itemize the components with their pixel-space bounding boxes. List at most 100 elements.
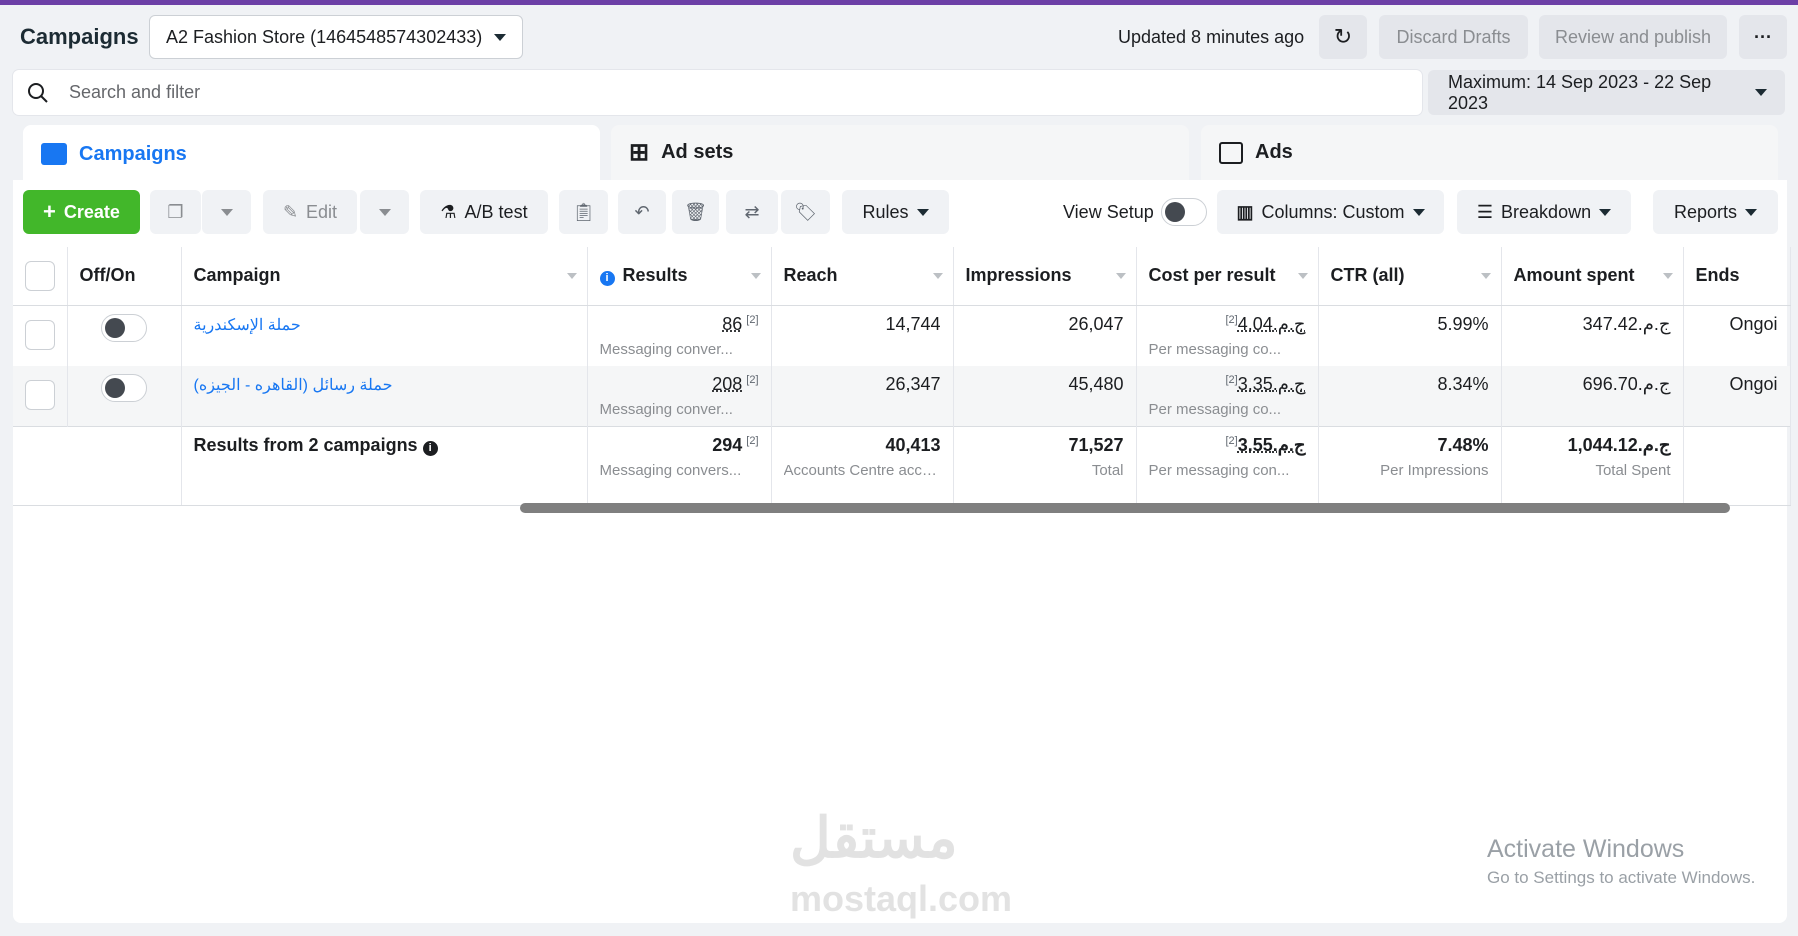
footnote: [2] bbox=[1225, 313, 1238, 326]
plus-icon: + bbox=[43, 199, 56, 224]
results-value: 86 bbox=[722, 313, 743, 334]
create-label: Create bbox=[63, 201, 120, 222]
date-range-picker[interactable]: Maximum: 14 Sep 2023 - 22 Sep 2023 bbox=[1428, 70, 1785, 115]
cell: حملة الإسكندرية bbox=[181, 305, 588, 366]
swap-icon: ⇄ bbox=[744, 201, 760, 222]
clipboard-button[interactable]: 📋︎ bbox=[559, 190, 608, 234]
select-all-cell bbox=[13, 247, 68, 306]
sort-icon[interactable] bbox=[1115, 273, 1126, 279]
select-all-checkbox[interactable] bbox=[25, 260, 55, 291]
caret-down-icon bbox=[220, 208, 233, 216]
review-publish-button[interactable]: Review and publish bbox=[1539, 15, 1727, 59]
table-row[interactable]: حملة رسائل (القاهره - الجيزه) 208 [2] Mess… bbox=[13, 365, 1791, 426]
sort-icon[interactable] bbox=[1662, 273, 1673, 279]
cell: 71,527 Total bbox=[953, 425, 1137, 506]
delete-button[interactable]: 🗑︎ bbox=[672, 190, 719, 234]
sort-icon[interactable] bbox=[566, 273, 577, 279]
row-checkbox[interactable] bbox=[25, 319, 55, 350]
total-impressions: 71,527 bbox=[1068, 434, 1124, 455]
rules-button[interactable]: Rules bbox=[842, 190, 949, 234]
columns-button[interactable]: ▥ Columns: Custom bbox=[1217, 190, 1444, 234]
caret-down-icon bbox=[1755, 89, 1767, 96]
duplicate-button[interactable]: ❐ bbox=[150, 190, 201, 234]
col-amount-spent[interactable]: Amount spent bbox=[1501, 247, 1684, 306]
activate-windows-sub: Go to Settings to activate Windows. bbox=[1487, 868, 1756, 887]
caret-down-icon bbox=[916, 208, 929, 216]
search-input[interactable]: Search and filter bbox=[13, 70, 1422, 115]
undo-icon: ↶ bbox=[634, 201, 650, 222]
breakdown-button[interactable]: ☰ Breakdown bbox=[1457, 190, 1631, 234]
sort-icon[interactable] bbox=[750, 273, 761, 279]
cell: 86 [2] Messaging conver... bbox=[587, 305, 772, 366]
campaign-name-link[interactable]: حملة الإسكندرية bbox=[194, 315, 301, 335]
info-icon[interactable]: i bbox=[599, 271, 615, 287]
col-impressions[interactable]: Impressions bbox=[953, 247, 1137, 306]
refresh-button[interactable]: ↻ bbox=[1319, 15, 1367, 59]
footnote: [2] bbox=[1225, 434, 1238, 447]
cell: 14,744 bbox=[771, 305, 954, 366]
cell: ج.م.3.55[2] Per messaging con... bbox=[1136, 425, 1319, 506]
col-off-on[interactable]: Off/On bbox=[67, 247, 182, 306]
cost-sub: Per messaging co... bbox=[1148, 400, 1282, 418]
campaigns-table: Off/On Campaign i Results Reach Impressio… bbox=[13, 247, 1791, 506]
edit-button[interactable]: ✎ Edit bbox=[263, 190, 357, 234]
campaign-name-link[interactable]: حملة رسائل (القاهره - الجيزه) bbox=[194, 375, 393, 395]
swap-button[interactable]: ⇄ bbox=[726, 190, 778, 234]
more-button[interactable]: ··· bbox=[1739, 15, 1787, 59]
undo-button[interactable]: ↶ bbox=[618, 190, 666, 234]
flask-icon: ⚗ bbox=[440, 201, 457, 222]
caret-down-icon bbox=[1412, 208, 1425, 216]
reports-button[interactable]: Reports bbox=[1653, 190, 1778, 234]
footnote: [2] bbox=[746, 434, 759, 447]
col-reach[interactable]: Reach bbox=[771, 247, 954, 306]
col-label: Campaign bbox=[193, 265, 281, 286]
col-label: Cost per result bbox=[1148, 265, 1276, 286]
cell bbox=[13, 425, 67, 506]
sort-icon[interactable] bbox=[932, 273, 943, 279]
col-ends[interactable]: Ends bbox=[1683, 247, 1791, 306]
info-icon[interactable]: i bbox=[422, 440, 438, 456]
caret-down-icon bbox=[1745, 208, 1758, 216]
tab-ads[interactable]: Ads bbox=[1201, 125, 1778, 180]
total-sub: Per messaging con... bbox=[1148, 461, 1290, 479]
ab-label: A/B test bbox=[464, 201, 528, 222]
cell bbox=[67, 365, 182, 426]
col-campaign[interactable]: Campaign bbox=[181, 247, 588, 306]
total-sub: Accounts Centre acco... bbox=[783, 461, 941, 479]
results-value: 208 bbox=[712, 373, 743, 394]
horizontal-scrollbar[interactable] bbox=[520, 503, 1730, 513]
discard-drafts-button[interactable]: Discard Drafts bbox=[1379, 15, 1528, 59]
create-button[interactable]: + Create bbox=[23, 190, 140, 234]
refresh-icon: ↻ bbox=[1333, 24, 1353, 49]
campaign-toggle[interactable] bbox=[101, 373, 147, 402]
footnote: [2] bbox=[1225, 373, 1238, 386]
account-name: A2 Fashion Store (1464548574302433) bbox=[166, 26, 483, 47]
duplicate-dropdown[interactable] bbox=[202, 190, 251, 234]
account-selector[interactable]: A2 Fashion Store (1464548574302433) bbox=[149, 15, 523, 59]
col-label: Results bbox=[622, 265, 688, 286]
tab-campaigns[interactable]: Campaigns bbox=[23, 125, 600, 183]
cell: 26,347 bbox=[771, 365, 954, 426]
ab-test-button[interactable]: ⚗ A/B test bbox=[420, 190, 548, 234]
col-cost-per-result[interactable]: Cost per result bbox=[1136, 247, 1319, 306]
tab-label: Ad sets bbox=[661, 141, 734, 163]
top-accent-bar bbox=[0, 0, 1798, 5]
table-row[interactable]: حملة الإسكندرية 86 [2] Messaging conver...… bbox=[13, 305, 1791, 366]
search-placeholder: Search and filter bbox=[69, 82, 201, 102]
view-setup-toggle[interactable] bbox=[1161, 198, 1207, 226]
row-checkbox[interactable] bbox=[25, 379, 55, 410]
sort-icon[interactable] bbox=[1297, 273, 1308, 279]
col-results[interactable]: i Results bbox=[587, 247, 772, 306]
sort-icon[interactable] bbox=[1480, 273, 1491, 279]
results-sub: Messaging conver... bbox=[599, 400, 733, 418]
tab-ad-sets[interactable]: ⊞ Ad sets bbox=[611, 125, 1189, 180]
cell: 5.99% bbox=[1318, 305, 1502, 366]
cost-sub: Per messaging co... bbox=[1148, 340, 1282, 358]
campaign-toggle[interactable] bbox=[101, 313, 147, 342]
tag-button[interactable]: 🏷︎ bbox=[781, 190, 830, 234]
cell: ج.م.347.42 bbox=[1501, 305, 1684, 366]
caret-down-icon bbox=[494, 33, 506, 41]
cost-value: ج.م.3.35 bbox=[1237, 373, 1306, 394]
col-ctr[interactable]: CTR (all) bbox=[1318, 247, 1502, 306]
edit-dropdown[interactable] bbox=[360, 190, 409, 234]
